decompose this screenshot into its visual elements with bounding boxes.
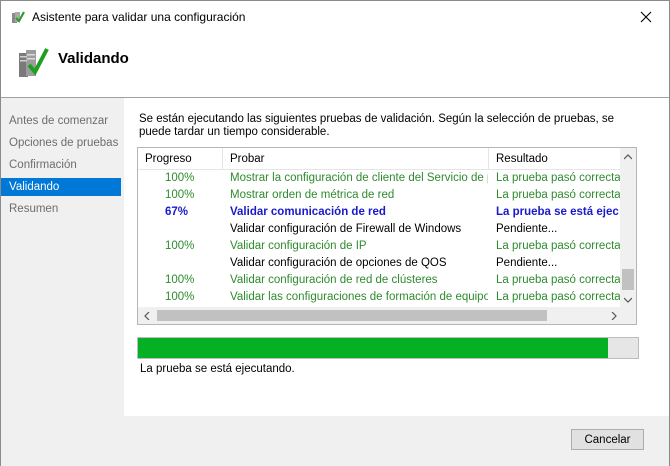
- progress-fill: [138, 338, 608, 358]
- table-row[interactable]: Validar configuración de opciones de QOS…: [138, 255, 622, 272]
- result-cell: La prueba pasó correctame: [496, 274, 622, 286]
- tests-list[interactable]: Progreso Probar Resultado 100% Mostrar la…: [137, 147, 637, 325]
- wizard-steps-nav: Antes de comenzar Opciones de pruebas Co…: [1, 98, 124, 466]
- vertical-scrollbar[interactable]: [620, 148, 636, 308]
- result-cell: La prueba pasó correctame: [496, 172, 622, 184]
- close-button[interactable]: [631, 5, 661, 29]
- scroll-up-button[interactable]: [620, 148, 636, 165]
- scroll-down-button[interactable]: [620, 291, 636, 308]
- vertical-scroll-thumb[interactable]: [622, 269, 634, 290]
- column-header-resultado[interactable]: Resultado: [489, 148, 622, 170]
- list-header: Progreso Probar Resultado: [138, 148, 622, 170]
- result-cell: La prueba pasó correctame: [496, 240, 622, 252]
- column-header-probar[interactable]: Probar: [223, 148, 489, 170]
- progress-cell: 100%: [165, 172, 195, 184]
- status-text: La prueba se está ejecutando.: [140, 363, 295, 375]
- chevron-up-icon: [624, 153, 632, 159]
- table-row[interactable]: 100% Validar las configuraciones de forma…: [138, 289, 622, 306]
- horizontal-scrollbar[interactable]: [138, 307, 622, 324]
- validation-progress-bar: [137, 337, 639, 359]
- progress-cell: [138, 221, 222, 238]
- scroll-left-button[interactable]: [138, 307, 155, 324]
- test-name-cell: Validar configuración de IP: [230, 240, 367, 252]
- table-row[interactable]: 67% Validar comunicación de red La prueba …: [138, 204, 622, 221]
- table-row[interactable]: 100% Validar configuración de red de clús…: [138, 272, 622, 289]
- table-row[interactable]: 100% Validar configuración de IP La prueba…: [138, 238, 622, 255]
- close-icon: [640, 11, 652, 23]
- progress-cell: 100%: [165, 291, 195, 303]
- nav-item-validando[interactable]: Validando: [1, 178, 121, 196]
- progress-cell: 67%: [165, 206, 189, 218]
- result-cell: La prueba pasó correctame: [496, 189, 622, 201]
- main-content: Se están ejecutando las siguientes prueb…: [124, 98, 669, 416]
- wizard-header: Validando: [1, 33, 669, 99]
- title-bar: Asistente para validar una configuración: [1, 1, 669, 33]
- result-cell: La prueba pasó correctame: [496, 291, 622, 303]
- test-name-cell: Mostrar orden de métrica de red: [230, 189, 395, 201]
- progress-cell: [138, 255, 222, 272]
- page-title: Validando: [58, 50, 129, 67]
- test-name-cell: Validar las configuraciones de formación…: [230, 291, 488, 303]
- cancel-button[interactable]: Cancelar: [571, 429, 644, 450]
- window-title: Asistente para validar una configuración: [32, 10, 246, 24]
- result-cell: Pendiente...: [496, 223, 558, 235]
- nav-item-confirmacion[interactable]: Confirmación: [1, 156, 121, 174]
- chevron-down-icon: [624, 297, 632, 303]
- progress-cell: 100%: [165, 240, 195, 252]
- wizard-footer: Cancelar: [124, 416, 669, 466]
- test-name-cell: Validar configuración de Firewall de Win…: [230, 223, 462, 235]
- progress-cell: 100%: [165, 189, 195, 201]
- nav-item-opciones-de-pruebas[interactable]: Opciones de pruebas: [1, 134, 121, 152]
- table-row[interactable]: 100% Mostrar orden de métrica de red La pr…: [138, 187, 622, 204]
- test-name-cell: Validar configuración de red de clústere…: [230, 274, 438, 286]
- chevron-left-icon: [143, 311, 149, 320]
- cluster-validate-icon: [17, 45, 49, 81]
- test-name-cell: Mostrar la configuración de cliente del …: [230, 172, 488, 184]
- wizard-window: Asistente para validar una configuración…: [0, 0, 670, 466]
- horizontal-scroll-thumb[interactable]: [157, 310, 547, 321]
- test-name-cell: Validar configuración de opciones de QOS: [230, 257, 447, 269]
- cluster-check-icon: [11, 10, 25, 24]
- description-text: Se están ejecutando las siguientes prueb…: [139, 113, 615, 138]
- table-row[interactable]: 100% Mostrar la configuración de cliente …: [138, 170, 622, 187]
- nav-item-antes-de-comenzar[interactable]: Antes de comenzar: [1, 112, 121, 130]
- result-cell: La prueba se está ejec: [496, 206, 619, 218]
- scrollbar-corner: [620, 307, 636, 324]
- result-cell: Pendiente...: [496, 257, 558, 269]
- progress-cell: 100%: [165, 274, 195, 286]
- test-name-cell: Validar comunicación de red: [230, 206, 386, 218]
- nav-item-resumen[interactable]: Resumen: [1, 200, 121, 218]
- table-row[interactable]: Validar configuración de Firewall de Win…: [138, 221, 622, 238]
- column-header-progreso[interactable]: Progreso: [138, 148, 223, 170]
- chevron-right-icon: [611, 311, 617, 320]
